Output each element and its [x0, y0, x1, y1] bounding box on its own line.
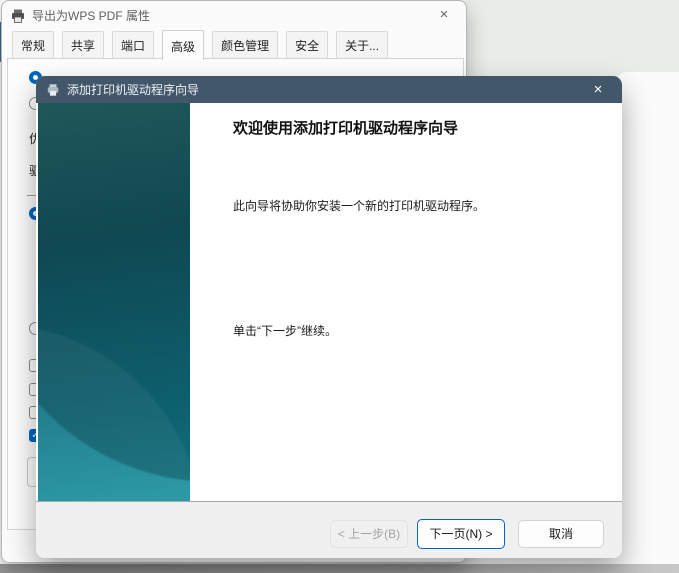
tab-strip: 常规 共享 端口 高级 颜色管理 安全 关于...: [12, 33, 396, 59]
backdrop-surface: [617, 72, 679, 573]
bottom-window-edge: [0, 564, 679, 573]
add-printer-driver-wizard-dialog: 添加打印机驱动程序向导 × 欢迎使用添加打印机驱动程序向导 此向导将协助你安装一…: [36, 76, 622, 558]
properties-close-icon[interactable]: ×: [428, 4, 460, 26]
tab-advanced[interactable]: 高级: [162, 30, 204, 60]
wizard-description: 此向导将协助你安装一个新的打印机驱动程序。: [233, 197, 485, 214]
printer-icon: [10, 8, 26, 24]
wizard-titlebar[interactable]: 添加打印机驱动程序向导 ×: [36, 76, 622, 103]
screen: 导出为WPS PDF 属性 × 常规 共享 端口 高级 颜色管理 安全 关于..…: [0, 0, 679, 573]
wizard-content: 欢迎使用添加打印机驱动程序向导 此向导将协助你安装一个新的打印机驱动程序。 单击…: [190, 103, 622, 528]
tab-general[interactable]: 常规: [12, 31, 54, 59]
tab-color-management[interactable]: 颜色管理: [212, 31, 278, 59]
tab-ports[interactable]: 端口: [112, 31, 154, 59]
wizard-heading: 欢迎使用添加打印机驱动程序向导: [233, 117, 458, 138]
printer-icon: [46, 83, 60, 97]
tab-security[interactable]: 安全: [286, 31, 328, 59]
back-button[interactable]: < 上一步(B): [330, 520, 408, 548]
tab-sharing[interactable]: 共享: [62, 31, 104, 59]
backdrop-window: [452, 0, 679, 82]
wizard-close-icon[interactable]: ×: [576, 76, 620, 103]
wizard-banner-panel: [38, 103, 190, 528]
wizard-footer: < 上一步(B) 下一页(N) > 取消: [36, 501, 622, 558]
tab-about[interactable]: 关于...: [336, 31, 388, 59]
wizard-title: 添加打印机驱动程序向导: [67, 81, 199, 98]
properties-title: 导出为WPS PDF 属性: [32, 7, 150, 24]
cancel-button[interactable]: 取消: [518, 520, 604, 548]
next-button[interactable]: 下一页(N) >: [417, 519, 505, 549]
wizard-instruction: 单击“下一步”继续。: [233, 322, 337, 339]
properties-titlebar[interactable]: 导出为WPS PDF 属性 ×: [2, 1, 466, 30]
